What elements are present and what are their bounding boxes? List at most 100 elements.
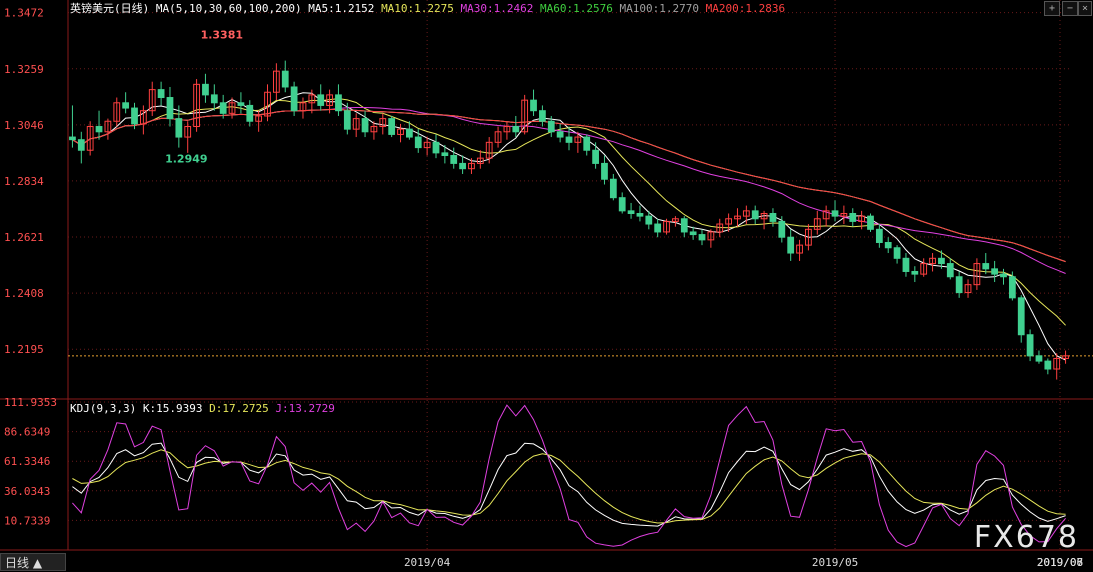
candle-body: [991, 268, 999, 275]
candle-body: [1026, 334, 1034, 357]
price-tick-label: 1.2408: [4, 287, 44, 300]
kdj-tick-label: 86.6349: [4, 426, 50, 439]
ma-value-label: MA5:1.2152: [308, 2, 381, 15]
candle-body: [592, 149, 599, 164]
candle-body: [122, 102, 130, 109]
candle-body: [246, 104, 254, 122]
kdj-line-k: [72, 442, 1066, 527]
date-tick-label: 2019/08: [1037, 556, 1083, 569]
ma-value-label: MA200:1.2836: [706, 2, 785, 15]
candle-body: [77, 139, 85, 151]
candle-body: [831, 210, 839, 217]
candle-body: [237, 102, 245, 106]
kdj-tick-label: 111.9353: [4, 396, 57, 409]
candle-body: [1035, 355, 1043, 362]
candle-body: [680, 218, 688, 233]
kdj-lines: [72, 404, 1066, 548]
period-selector-button[interactable]: 日线 ▲: [0, 553, 66, 571]
candle-body: [335, 94, 342, 112]
kdj-k-value: K:15.9393: [143, 402, 209, 415]
candle-body: [441, 152, 449, 157]
date-tick-label: 2019/04: [404, 556, 451, 569]
candle-body: [609, 178, 617, 199]
candle-body: [388, 118, 396, 135]
candle-body: [131, 107, 138, 125]
candle-body: [778, 220, 786, 238]
ma-value-label: MA30:1.2462: [461, 2, 540, 15]
price-tick-label: 1.2195: [4, 343, 44, 356]
kdj-j-value: J:13.2729: [275, 402, 335, 415]
candle-body: [698, 234, 706, 241]
kdj-d-value: D:17.2725: [209, 402, 275, 415]
candle-body: [414, 136, 422, 149]
kdj-tick-label: 36.0343: [4, 485, 50, 498]
candle-body: [946, 263, 954, 278]
close-icon[interactable]: ×: [1078, 1, 1092, 16]
kdj-line-j: [72, 404, 1066, 548]
candle-body: [69, 136, 76, 141]
candle-body: [281, 70, 289, 88]
candle-body: [219, 102, 227, 114]
candle-body: [867, 215, 874, 230]
candle-body: [539, 110, 546, 122]
candle-body: [601, 162, 608, 180]
price-annotation: 1.3381: [201, 29, 243, 42]
candle-body: [955, 276, 963, 294]
candle-body: [1000, 273, 1007, 278]
kdj-tick-label: 10.7339: [4, 514, 50, 527]
zoom-out-icon[interactable]: −: [1062, 1, 1078, 16]
zoom-in-icon[interactable]: +: [1044, 1, 1060, 16]
candle-body: [530, 99, 537, 112]
chart-grid: [0, 0, 1093, 551]
kdj-header: KDJ(9,3,3) K:15.9393 D:17.2725 J:13.2729: [70, 402, 335, 415]
price-tick-label: 1.2621: [4, 231, 44, 244]
kdj-tick-label: 61.3346: [4, 455, 50, 468]
candle-body: [432, 141, 440, 154]
candle-body: [1044, 360, 1052, 370]
candle-body: [406, 128, 413, 138]
candle-body: [547, 120, 555, 133]
candle-body: [627, 210, 635, 214]
axis-labels: 1.3472 1.3259 1.3046 1.2834 1.2621 1.2408 1.21…: [4, 7, 1083, 569]
candle-body: [938, 257, 945, 265]
candle-body: [290, 86, 298, 112]
kdj-config-label: KDJ(9,3,3): [70, 402, 143, 415]
price-tick-label: 1.3259: [4, 63, 44, 76]
candle-body: [769, 212, 777, 222]
chart-header: 英镑美元(日线) MA(5,10,30,60,100,200) MA5:1.21…: [70, 1, 785, 15]
candle-body: [893, 247, 901, 259]
candle-body: [645, 215, 653, 225]
candle-body: [95, 126, 103, 133]
candle-body: [166, 97, 174, 120]
candle-body: [902, 257, 910, 272]
candle-body: [317, 94, 325, 106]
candle-body: [618, 197, 626, 212]
candle-body: [1008, 276, 1016, 299]
candle-body: [583, 136, 591, 151]
symbol-title: 英镑美元(日线): [70, 1, 156, 15]
candle-body: [911, 270, 919, 275]
price-tick-label: 1.3046: [4, 119, 44, 132]
price-tick-label: 1.2834: [4, 175, 44, 188]
candle-body: [512, 126, 520, 133]
candle-body: [849, 212, 857, 222]
candle-body: [361, 118, 369, 133]
ma-value-label: MA10:1.2275: [381, 2, 460, 15]
candle-body: [636, 212, 644, 217]
fx678-watermark: FX678: [973, 520, 1079, 555]
price-annotation: 1.2949: [165, 153, 207, 166]
candle-body: [751, 210, 759, 220]
candle-body: [565, 136, 573, 143]
candle-body: [157, 89, 165, 99]
candle-body: [556, 131, 564, 138]
candle-body: [982, 263, 990, 270]
ma-value-label: MA100:1.2770: [620, 2, 706, 15]
candle-body: [884, 241, 892, 249]
date-tick-label: 2019/05: [812, 556, 858, 569]
candle-body: [450, 155, 458, 164]
ma-config-label: MA(5,10,30,60,100,200): [156, 2, 308, 15]
price-chart[interactable]: 1.3472 1.3259 1.3046 1.2834 1.2621 1.2408 1.21…: [0, 0, 1093, 572]
candle-body: [459, 162, 466, 170]
ma-value-label: MA60:1.2576: [540, 2, 619, 15]
candle-body: [1017, 297, 1025, 336]
